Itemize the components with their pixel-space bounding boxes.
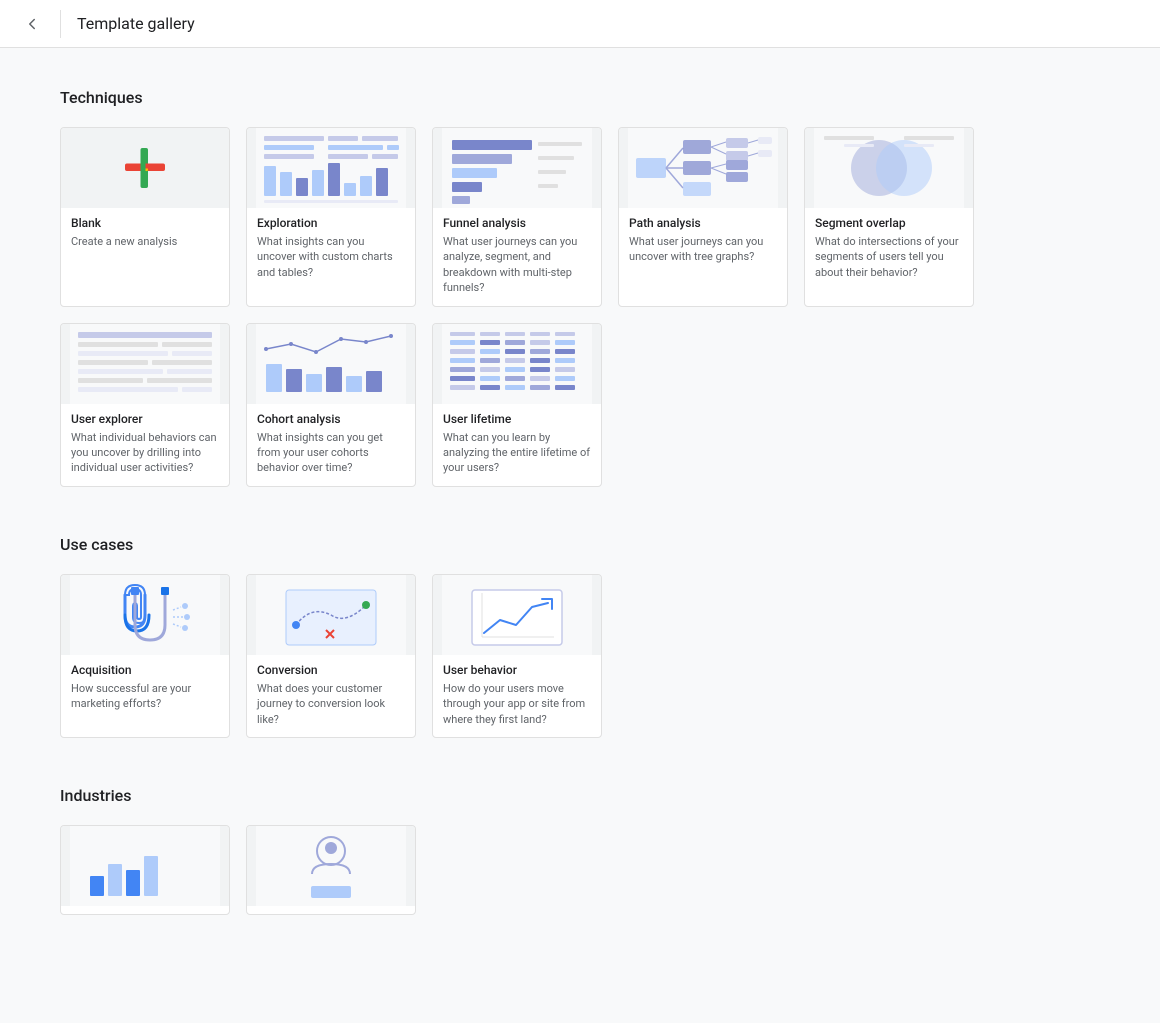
- card-blank[interactable]: Blank Create a new analysis: [60, 127, 230, 307]
- card-name-exploration: Exploration: [257, 216, 405, 230]
- card-desc-conversion: What does your customer journey to conve…: [257, 681, 405, 727]
- card-name-user-behavior: User behavior: [443, 663, 591, 677]
- user-explorer-svg: [70, 324, 220, 404]
- card-name-segment: Segment overlap: [815, 216, 963, 230]
- card-thumb-acquisition: [61, 575, 229, 655]
- card-thumb-exploration: [247, 128, 415, 208]
- card-industry-1[interactable]: [60, 825, 230, 915]
- card-name-path: Path analysis: [629, 216, 777, 230]
- card-thumb-user-explorer: [61, 324, 229, 404]
- card-info-path: Path analysis What user journeys can you…: [619, 208, 787, 275]
- card-acquisition[interactable]: Acquisition How successful are your mark…: [60, 574, 230, 738]
- exploration-svg: [256, 128, 406, 208]
- path-svg: [628, 128, 778, 208]
- card-desc-segment: What do intersections of your segments o…: [815, 234, 963, 280]
- card-path[interactable]: Path analysis What user journeys can you…: [618, 127, 788, 307]
- industry2-svg: [256, 826, 406, 906]
- card-name-blank: Blank: [71, 216, 219, 230]
- card-name-user-lifetime: User lifetime: [443, 412, 591, 426]
- main-content: Techniques: [0, 48, 1160, 1023]
- card-info-funnel: Funnel analysis What user journeys can y…: [433, 208, 601, 306]
- card-name-cohort: Cohort analysis: [257, 412, 405, 426]
- card-industry-2[interactable]: [246, 825, 416, 915]
- card-thumb-user-lifetime: [433, 324, 601, 404]
- card-thumb-segment: [805, 128, 973, 208]
- header-divider: [60, 10, 61, 38]
- card-info-user-explorer: User explorer What individual behaviors …: [61, 404, 229, 486]
- card-info-exploration: Exploration What insights can you uncove…: [247, 208, 415, 290]
- card-desc-cohort: What insights can you get from your user…: [257, 430, 405, 476]
- use-cases-title: Use cases: [60, 535, 1100, 554]
- card-desc-path: What user journeys can you uncover with …: [629, 234, 777, 265]
- card-info-blank: Blank Create a new analysis: [61, 208, 229, 259]
- card-desc-acquisition: How successful are your marketing effort…: [71, 681, 219, 712]
- use-cases-section: Use cases: [60, 535, 1100, 738]
- cohort-svg: [256, 324, 406, 404]
- industries-section: Industries: [60, 786, 1100, 915]
- card-user-lifetime[interactable]: User lifetime What can you learn by anal…: [432, 323, 602, 487]
- card-name-conversion: Conversion: [257, 663, 405, 677]
- card-user-behavior[interactable]: User behavior How do your users move thr…: [432, 574, 602, 738]
- card-thumb-funnel: [433, 128, 601, 208]
- page-title: Template gallery: [77, 14, 195, 33]
- card-thumb-conversion: [247, 575, 415, 655]
- card-funnel[interactable]: Funnel analysis What user journeys can y…: [432, 127, 602, 307]
- card-cohort[interactable]: Cohort analysis What insights can you ge…: [246, 323, 416, 487]
- card-info-segment: Segment overlap What do intersections of…: [805, 208, 973, 290]
- user-behavior-svg: [442, 575, 592, 655]
- card-thumb-blank: [61, 128, 229, 208]
- card-desc-funnel: What user journeys can you analyze, segm…: [443, 234, 591, 296]
- card-info-acquisition: Acquisition How successful are your mark…: [61, 655, 229, 722]
- use-cases-grid: Acquisition How successful are your mark…: [60, 574, 1100, 738]
- back-button[interactable]: [16, 8, 48, 40]
- card-thumb-industry-2: [247, 826, 415, 906]
- card-desc-user-explorer: What individual behaviors can you uncove…: [71, 430, 219, 476]
- card-name-user-explorer: User explorer: [71, 412, 219, 426]
- card-thumb-industry-1: [61, 826, 229, 906]
- conversion-svg: [256, 575, 406, 655]
- acquisition-svg: [70, 575, 220, 655]
- industries-title: Industries: [60, 786, 1100, 805]
- segment-svg: [814, 128, 964, 208]
- card-desc-blank: Create a new analysis: [71, 234, 219, 249]
- techniques-title: Techniques: [60, 88, 1100, 107]
- techniques-grid: Blank Create a new analysis: [60, 127, 1100, 487]
- blank-plus-icon: [125, 148, 165, 188]
- card-name-funnel: Funnel analysis: [443, 216, 591, 230]
- funnel-svg: [442, 128, 592, 208]
- card-user-explorer[interactable]: User explorer What individual behaviors …: [60, 323, 230, 487]
- card-desc-exploration: What insights can you uncover with custo…: [257, 234, 405, 280]
- techniques-section: Techniques: [60, 88, 1100, 487]
- industries-grid: [60, 825, 1100, 915]
- card-thumb-user-behavior: [433, 575, 601, 655]
- card-exploration[interactable]: Exploration What insights can you uncove…: [246, 127, 416, 307]
- card-conversion[interactable]: Conversion What does your customer journ…: [246, 574, 416, 738]
- card-desc-user-behavior: How do your users move through your app …: [443, 681, 591, 727]
- card-info-cohort: Cohort analysis What insights can you ge…: [247, 404, 415, 486]
- card-thumb-cohort: [247, 324, 415, 404]
- user-lifetime-svg: [442, 324, 592, 404]
- card-desc-user-lifetime: What can you learn by analyzing the enti…: [443, 430, 591, 476]
- header: Template gallery: [0, 0, 1160, 48]
- card-name-acquisition: Acquisition: [71, 663, 219, 677]
- card-info-user-lifetime: User lifetime What can you learn by anal…: [433, 404, 601, 486]
- card-thumb-path: [619, 128, 787, 208]
- card-segment[interactable]: Segment overlap What do intersections of…: [804, 127, 974, 307]
- industry1-svg: [70, 826, 220, 906]
